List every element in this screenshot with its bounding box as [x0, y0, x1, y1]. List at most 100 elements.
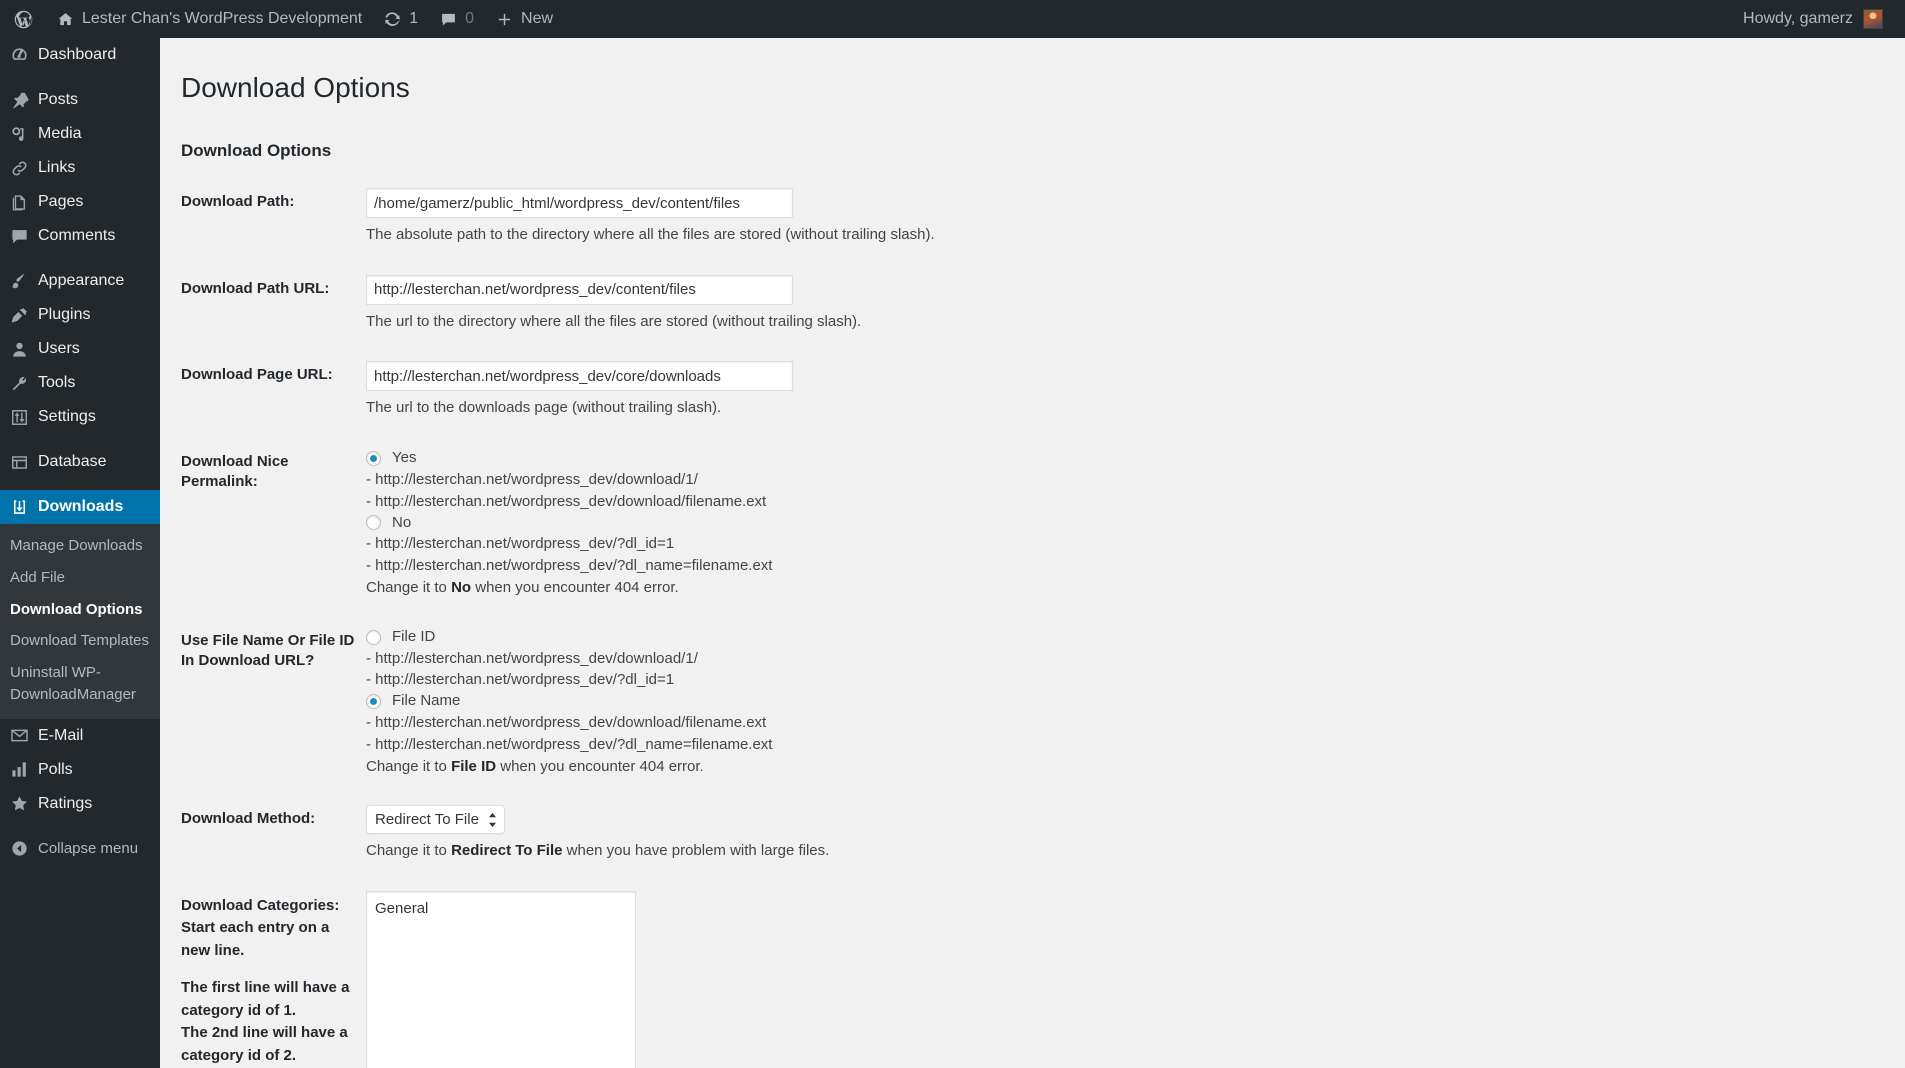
sidebar-item-label: Posts: [38, 91, 79, 108]
radio-nice-permalink-no[interactable]: [366, 515, 381, 531]
fileid-option[interactable]: File ID: [366, 627, 1875, 648]
nice-permalink-no-example-2: - http://lesterchan.net/wordpress_dev/?d…: [366, 557, 773, 575]
help3-bold: 2nd line: [211, 1024, 269, 1042]
sidebar-item-label: Plugins: [38, 306, 91, 323]
nice-permalink-label: Download Nice Permalink:: [181, 452, 289, 491]
help2-num: 1: [283, 1001, 292, 1019]
note-post: when you have problem with large files.: [562, 842, 830, 860]
download-categories-textarea[interactable]: General: [366, 890, 636, 1068]
submenu-item-uninstall-wp-downloadmanager[interactable]: Uninstall WP-DownloadManager: [0, 657, 160, 711]
download-method-select[interactable]: Redirect To File: [366, 805, 505, 835]
download-categories-heading: Download Categories:: [181, 896, 340, 914]
pages-icon: [10, 193, 34, 212]
new-content-button[interactable]: New: [485, 0, 564, 38]
sidebar-item-posts[interactable]: Posts: [0, 83, 160, 117]
admin-bar-right: Howdy, gamerz: [1732, 0, 1905, 38]
wordpress-logo-button[interactable]: [0, 0, 46, 38]
help2-bold: first line: [211, 979, 271, 997]
download-method-select-wrapper: Redirect To File: [366, 805, 505, 835]
appearance-brush-icon: [10, 272, 34, 291]
form-row-download-method: Download Method: Redirect To File Change…: [181, 791, 1885, 877]
site-name-button[interactable]: Lester Chan's WordPress Development: [46, 0, 373, 38]
download-path-input[interactable]: [366, 188, 793, 219]
sidebar-item-appearance[interactable]: Appearance: [0, 264, 160, 298]
sidebar-item-database[interactable]: Database: [0, 445, 160, 479]
sidebar-item-label: Comments: [38, 227, 116, 244]
note-post: when you encounter 404 error.: [471, 578, 679, 596]
note-pre: Change it to: [366, 578, 452, 596]
sidebar-item-dashboard[interactable]: Dashboard: [0, 38, 160, 72]
download-page-url-label: Download Page URL:: [181, 366, 333, 384]
sidebar-item-label: Dashboard: [38, 46, 117, 63]
note-pre: Change it to: [366, 757, 452, 775]
sidebar-item-label: Database: [38, 453, 107, 470]
submenu-item-download-options[interactable]: Download Options: [0, 594, 160, 626]
updates-button[interactable]: 1: [373, 0, 429, 38]
download-categories-label-block: Download Categories: Start each entry on…: [181, 877, 366, 1068]
account-menu[interactable]: Howdy, gamerz: [1732, 0, 1905, 38]
sidebar-item-media[interactable]: Media: [0, 117, 160, 151]
avatar: [1863, 9, 1883, 29]
main-content: Download Options Download Options Downlo…: [160, 38, 1905, 1068]
submenu-item-manage-downloads[interactable]: Manage Downloads: [0, 530, 160, 562]
form-row-download-categories: Download Categories: Start each entry on…: [181, 877, 1885, 1068]
filename-option[interactable]: File Name: [366, 691, 1875, 712]
submenu-item-download-templates[interactable]: Download Templates: [0, 625, 160, 657]
submenu-item-add-file[interactable]: Add File: [0, 562, 160, 594]
sidebar-item-label: Users: [38, 340, 80, 357]
admin-menu: Dashboard Posts Media Links Pages Commen…: [0, 38, 168, 866]
download-path-url-label: Download Path URL:: [181, 279, 330, 297]
sidebar-item-polls[interactable]: Polls: [0, 753, 160, 787]
download-page-url-input[interactable]: [366, 361, 793, 392]
menu-separator: [0, 479, 160, 490]
sidebar-item-pages[interactable]: Pages: [0, 185, 160, 219]
sidebar-item-label: Appearance: [38, 272, 125, 289]
menu-separator: [0, 434, 160, 445]
sidebar-item-comments[interactable]: Comments: [0, 219, 160, 253]
form-row-filename-or-fileid: Use File Name Or File ID In Download URL…: [181, 613, 1885, 792]
plugin-plug-icon: [10, 306, 34, 325]
wordpress-logo-icon: [13, 9, 34, 30]
download-path-url-input[interactable]: [366, 274, 793, 305]
help3-num: 2: [283, 1046, 292, 1064]
envelope-icon: [10, 726, 34, 745]
help2-post: .: [291, 1001, 297, 1019]
collapse-menu-button[interactable]: Collapse menu: [0, 832, 160, 866]
sidebar-item-links[interactable]: Links: [0, 151, 160, 185]
note-post: when you encounter 404 error.: [496, 757, 704, 775]
link-icon: [10, 159, 34, 178]
note-bold: File ID: [451, 757, 497, 775]
sidebar-item-label: Downloads: [38, 498, 124, 515]
download-method-label: Download Method:: [181, 810, 316, 828]
section-heading-download-options: Download Options: [181, 141, 332, 161]
sidebar-item-plugins[interactable]: Plugins: [0, 298, 160, 332]
sidebar-item-email[interactable]: E-Mail: [0, 719, 160, 753]
sidebar-item-users[interactable]: Users: [0, 332, 160, 366]
sidebar-item-downloads[interactable]: Downloads: [0, 490, 168, 524]
settings-sliders-icon: [10, 408, 34, 427]
sidebar-item-label: Ratings: [38, 794, 93, 812]
radio-file-id[interactable]: [366, 629, 381, 645]
sidebar-item-ratings[interactable]: Ratings: [0, 787, 160, 821]
wrench-icon: [10, 374, 34, 393]
comments-button[interactable]: 0: [429, 0, 485, 38]
download-icon: [10, 498, 34, 517]
radio-nice-permalink-yes[interactable]: [366, 450, 381, 466]
nice-permalink-option-yes[interactable]: Yes: [366, 448, 1875, 469]
media-icon: [10, 125, 34, 144]
download-categories-help-2: The first line will have a category id o…: [181, 977, 356, 1022]
comment-bubble-icon: [10, 227, 34, 246]
menu-separator: [0, 253, 160, 264]
comment-bubble-icon: [440, 11, 457, 28]
download-categories-help-1: Start each entry on a new line.: [181, 919, 330, 959]
nice-permalink-no-example-1: - http://lesterchan.net/wordpress_dev/?d…: [366, 535, 675, 553]
sidebar-item-label: Tools: [38, 374, 76, 391]
radio-file-name[interactable]: [366, 694, 381, 710]
nice-permalink-option-no[interactable]: No: [366, 512, 1875, 533]
help2-pre: The: [181, 979, 212, 997]
sidebar-item-tools[interactable]: Tools: [0, 366, 160, 400]
admin-sidebar: Dashboard Posts Media Links Pages Commen…: [0, 38, 168, 1068]
sidebar-item-settings[interactable]: Settings: [0, 400, 160, 434]
site-title: Lester Chan's WordPress Development: [82, 10, 363, 27]
fileid-example-2: - http://lesterchan.net/wordpress_dev/?d…: [366, 671, 675, 689]
